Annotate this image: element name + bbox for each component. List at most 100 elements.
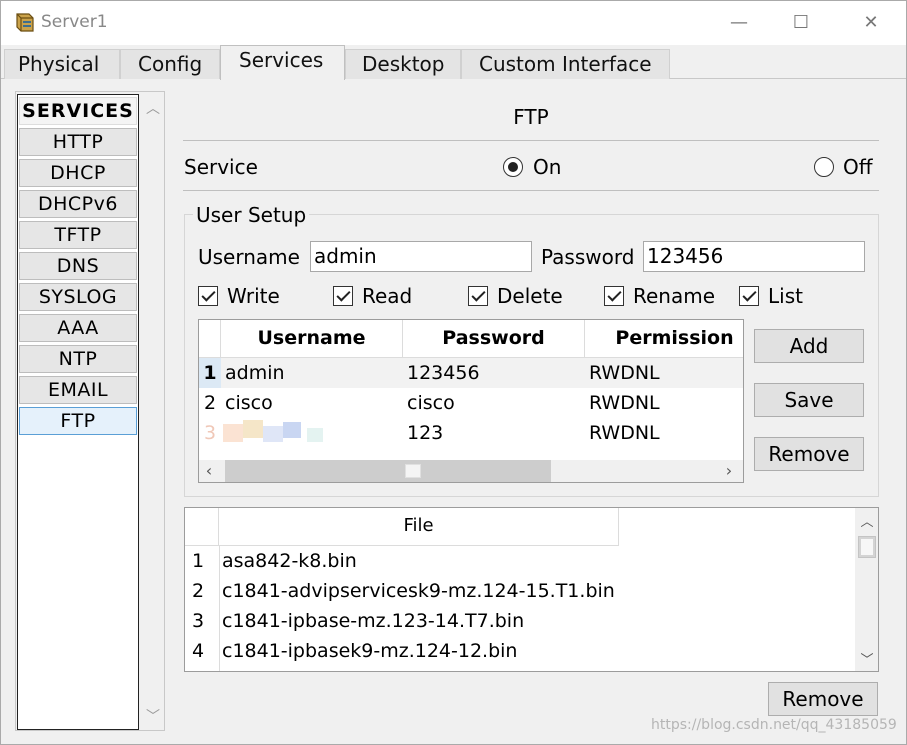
rename-checkbox[interactable] [604,286,624,306]
user-setup-title: User Setup [193,203,310,227]
list-item[interactable]: 4 c1841-ipbasek9-mz.124-12.bin [185,636,855,666]
service-item-syslog[interactable]: SYSLOG [19,283,137,311]
service-item-dns[interactable]: DNS [19,252,137,280]
service-item-ntp[interactable]: NTP [19,345,137,373]
table-corner [199,320,221,358]
divider [183,190,879,191]
cell-password: cisco [407,392,455,414]
rename-label: Rename [633,284,716,308]
scroll-grip [405,464,421,478]
redacted-cell [223,420,323,444]
maximize-button[interactable]: ☐ [781,9,821,37]
column-header-username[interactable]: Username [221,320,403,358]
list-item[interactable]: 3 c1841-ipbase-mz.123-14.T7.bin [185,606,855,636]
service-item-http[interactable]: HTTP [19,128,137,156]
user-table[interactable]: Username Password Permission 1 admin 123… [198,319,744,483]
server-window: Server1 — ☐ ✕ Physical Config Services D… [0,0,907,745]
close-button[interactable]: ✕ [851,9,891,37]
list-item[interactable]: 2 c1841-advipservicesk9-mz.124-15.T1.bin [185,576,855,606]
chevron-left-icon[interactable]: ‹ [199,461,219,480]
delete-checkbox[interactable] [468,286,488,306]
chevron-down-icon[interactable]: ﹀ [857,649,877,668]
write-label: Write [227,284,280,308]
tab-desktop[interactable]: Desktop [345,49,461,79]
file-name: c1841-advipservicesk9-mz.124-15.T1.bin [222,580,615,602]
table-row[interactable]: 3 123 RWDNL [199,418,743,448]
tab-services[interactable]: Services [220,45,345,80]
tab-custom-interface[interactable]: Custom Interface [461,49,670,79]
window-title: Server1 [41,12,108,32]
scroll-thumb[interactable] [225,460,551,482]
watermark: https://blog.csdn.net/qq_43185059 [651,717,897,733]
services-scrollbar[interactable]: ︿ ﹀ [143,94,163,728]
tab-physical[interactable]: Physical [4,49,120,79]
service-item-dhcpv6[interactable]: DHCPv6 [19,190,137,218]
file-name: c1841-ipbase-mz.123-14.T7.bin [222,610,525,632]
list-label: List [768,284,803,308]
row-number: 3 [203,422,217,444]
add-user-button[interactable]: Add [754,329,864,363]
row-number: 4 [191,640,205,662]
row-number: 2 [203,392,217,414]
service-label: Service [184,155,258,179]
cell-permission: RWDNL [589,362,660,384]
title-bar: Server1 — ☐ ✕ [1,1,906,45]
tab-bar: Physical Config Services Desktop Custom … [1,45,906,80]
file-table[interactable]: File 1 asa842-k8.bin 2 c1841-advipservic… [184,507,879,672]
cell-permission: RWDNL [589,392,660,414]
service-on-label: On [533,155,562,179]
username-label: Username [198,245,300,269]
service-item-tftp[interactable]: TFTP [19,221,137,249]
packet-tracer-server-icon [16,13,34,32]
save-user-button[interactable]: Save [754,383,864,417]
read-checkbox[interactable] [333,286,353,306]
service-on-radio[interactable] [503,157,523,177]
row-number: 1 [191,550,205,572]
row-number: 2 [191,580,205,602]
services-header: SERVICES [19,97,137,125]
row-number: 1 [199,358,221,388]
remove-file-button[interactable]: Remove [768,682,878,716]
services-list: SERVICES HTTP DHCP DHCPv6 TFTP DNS SYSLO… [17,94,139,730]
cell-password: 123 [407,422,444,444]
service-off-label: Off [843,155,873,179]
row-number: 3 [191,610,205,632]
list-item[interactable]: 1 asa842-k8.bin [185,546,855,576]
table-row[interactable]: 1 admin 123456 RWDNL [199,358,743,388]
scroll-thumb[interactable] [858,536,876,558]
password-field[interactable]: 123456 [643,241,865,272]
services-panel: SERVICES HTTP DHCP DHCPv6 TFTP DNS SYSLO… [15,91,165,731]
file-table-vscrollbar[interactable]: ︿ ﹀ [855,508,878,671]
chevron-up-icon[interactable]: ︿ [857,511,877,530]
cell-username: cisco [225,392,273,414]
service-off-radio[interactable] [814,157,834,177]
page-title: FTP [513,105,549,129]
user-table-hscrollbar[interactable]: ‹ › [199,460,743,482]
delete-label: Delete [497,284,563,308]
chevron-down-icon[interactable]: ﹀ [143,706,163,726]
column-header-permission[interactable]: Permission [585,320,743,358]
write-checkbox[interactable] [198,286,218,306]
tab-config[interactable]: Config [120,49,220,79]
service-item-aaa[interactable]: AAA [19,314,137,342]
service-item-dhcp[interactable]: DHCP [19,159,137,187]
chevron-up-icon[interactable]: ︿ [143,98,163,118]
chevron-right-icon[interactable]: › [719,461,739,480]
cell-permission: RWDNL [589,422,660,444]
password-label: Password [541,245,635,269]
divider [183,140,879,141]
service-item-email[interactable]: EMAIL [19,376,137,404]
cell-username: admin [225,362,285,384]
remove-user-button[interactable]: Remove [754,437,864,471]
read-label: Read [362,284,413,308]
list-checkbox[interactable] [739,286,759,306]
service-item-ftp[interactable]: FTP [19,407,137,435]
column-header-password[interactable]: Password [403,320,585,358]
file-name: c1841-ipbasek9-mz.124-12.bin [222,640,518,662]
username-field[interactable]: admin [310,241,532,272]
table-row[interactable]: 2 cisco cisco RWDNL [199,388,743,418]
cell-password: 123456 [407,362,480,384]
minimize-button[interactable]: — [719,9,759,37]
file-name: asa842-k8.bin [222,550,357,572]
column-header-file[interactable]: File [219,508,619,546]
